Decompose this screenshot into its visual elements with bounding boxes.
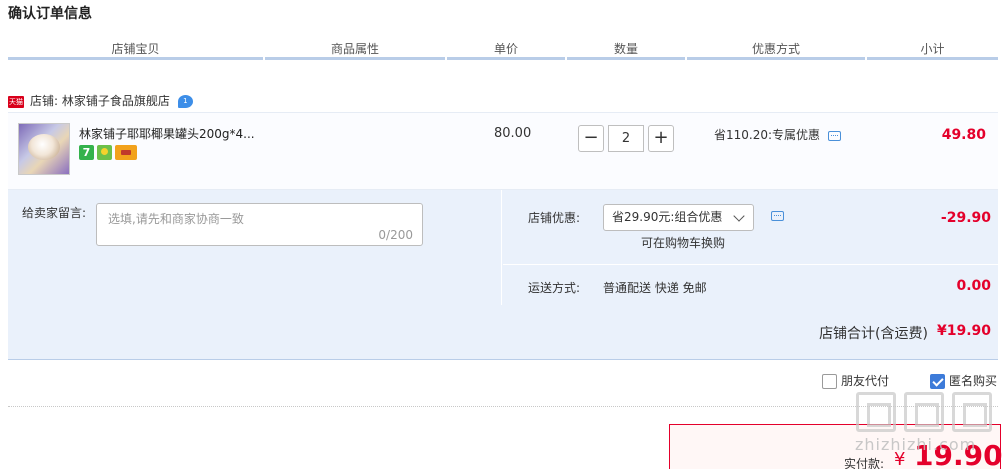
order-extras: 给卖家留言: 选填,请先和商家协商一致 0/200 店铺优惠: 省29.90元:… [8, 190, 998, 360]
chat-icon[interactable]: 1 [177, 95, 193, 108]
shop-name[interactable]: 店铺: 林家铺子食品旗舰店 [30, 94, 170, 108]
watermark-text: zhizhizhi.com [855, 435, 977, 454]
header-discount: 优惠方式 [751, 42, 800, 56]
shop-discount-amount: -29.90 [940, 210, 991, 226]
shop-total-label: 店铺合计(含运费) [819, 326, 928, 342]
quantity-input[interactable]: 2 [608, 125, 644, 152]
header-quantity: 数量 [613, 42, 638, 56]
shop-discount-select[interactable]: 省29.90元:组合优惠 [603, 204, 754, 231]
product-name[interactable]: 林家铺子耶耶椰果罐头200g*4... [79, 125, 255, 142]
friend-pay-label[interactable]: 朋友代付 [841, 374, 889, 388]
unit-price: 80.00 [494, 126, 532, 141]
increase-button[interactable]: + [648, 125, 674, 152]
header-attributes: 商品属性 [330, 42, 379, 56]
watermark-mark [952, 392, 992, 432]
watermark-logo [856, 392, 996, 432]
discount-text: 省110.20:专属优惠 [714, 128, 821, 142]
shipping-panel: 运送方式: 普通配送 快递 免邮 0.00 [503, 266, 998, 305]
payment-label: 实付款: [844, 457, 885, 469]
shipping-method: 普通配送 快递 免邮 [603, 281, 707, 295]
anonymous-label[interactable]: 匿名购买 [949, 374, 997, 388]
credit-card-icon[interactable] [115, 145, 137, 160]
chevron-down-icon [733, 210, 745, 222]
note-panel: 给卖家留言: 选填,请先和商家协商一致 0/200 [8, 190, 502, 305]
shop-total-row: 店铺合计(含运费) ¥19.90 [8, 306, 998, 360]
header-subtotal: 小计 [920, 42, 945, 56]
shop-row: 天猫 店铺: 林家铺子食品旗舰店 1 [8, 92, 193, 110]
message-icon[interactable] [771, 211, 784, 221]
divider [8, 406, 998, 407]
product-image [28, 134, 60, 160]
watermark-mark [856, 392, 896, 432]
shop-discount-label: 店铺优惠: [528, 211, 581, 225]
shop-discount-selected: 省29.90元:组合优惠 [612, 210, 723, 224]
shop-discount-panel: 店铺优惠: 省29.90元:组合优惠 可在购物车换购 -29.90 [503, 190, 998, 265]
note-char-count: 0/200 [378, 228, 413, 242]
header-price: 单价 [493, 42, 518, 56]
product-thumbnail[interactable] [18, 123, 70, 175]
order-item: 林家铺子耶耶椰果罐头200g*4... 7 80.00 − 2 + 省110.2… [8, 112, 998, 190]
watermark-mark [904, 392, 944, 432]
header-item: 店铺宝贝 [111, 42, 160, 56]
anonymous-checkbox[interactable] [930, 374, 945, 389]
note-input[interactable]: 选填,请先和商家协商一致 0/200 [96, 203, 423, 246]
tmall-icon: 天猫 [8, 95, 24, 108]
seven-day-return-icon[interactable]: 7 [79, 145, 94, 160]
table-header: 店铺宝贝 商品属性 单价 数量 优惠方式 小计 [8, 40, 998, 62]
friend-pay-checkbox[interactable] [822, 374, 837, 389]
message-icon[interactable] [827, 130, 841, 141]
note-placeholder: 选填,请先和商家协商一致 [108, 212, 244, 226]
shipping-amount: 0.00 [956, 278, 991, 294]
item-subtotal: 49.80 [941, 127, 986, 143]
discount-info: 省110.20:专属优惠 [714, 126, 841, 143]
service-badges: 7 [79, 145, 140, 161]
decrease-button[interactable]: − [578, 125, 604, 152]
anonymous-option[interactable]: 匿名购买 [930, 372, 997, 392]
page-title: 确认订单信息 [8, 6, 92, 22]
exchange-hint: 可在购物车换购 [641, 236, 726, 250]
friend-pay-option[interactable]: 朋友代付 [822, 372, 889, 392]
shipping-label: 运送方式: [528, 281, 581, 295]
shop-total-value: ¥19.90 [936, 323, 991, 339]
note-label: 给卖家留言: [22, 206, 87, 220]
green-service-icon[interactable] [97, 145, 112, 160]
